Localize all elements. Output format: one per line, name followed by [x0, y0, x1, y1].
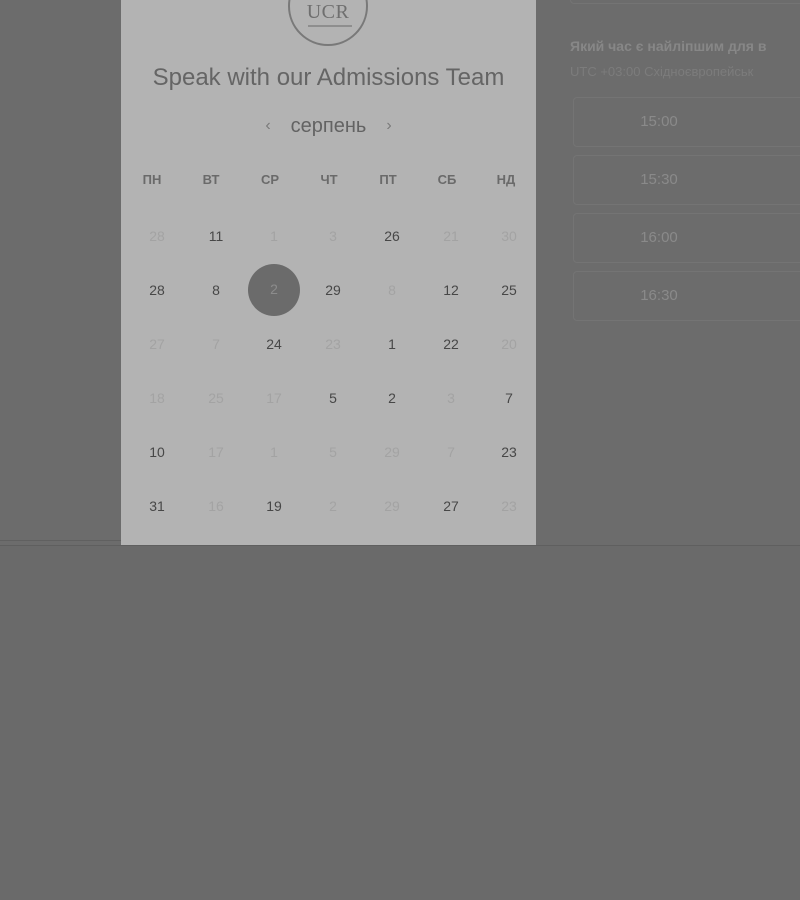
calendar-day: 29 — [384, 444, 400, 460]
calendar-day-selected[interactable]: 2 — [248, 264, 300, 316]
calendar-day[interactable]: 8 — [190, 263, 242, 317]
calendar-day: 30 — [501, 228, 517, 244]
calendar-day: 7 — [447, 444, 455, 460]
calendar-day[interactable]: 22 — [425, 317, 477, 371]
chevron-right-icon[interactable]: › — [376, 112, 401, 140]
calendar-day: 21 — [443, 228, 459, 244]
weekday-sun: НД — [496, 172, 516, 187]
calendar-day[interactable]: 2 — [366, 371, 418, 425]
calendar-week-row: 10 17 1 5 29 7 23 — [121, 425, 536, 479]
calendar-day: 16 — [208, 498, 224, 514]
calendar-day: 23 — [325, 336, 341, 352]
calendar-week-row: 28 11 1 3 26 21 30 — [121, 209, 536, 263]
weekday-thu: ЧТ — [320, 172, 338, 187]
calendar-day[interactable]: 19 — [248, 479, 300, 533]
calendar-day: 5 — [329, 444, 337, 460]
weekday-wed: СР — [260, 172, 280, 187]
timezone-label: UTC +03:00 Східноєвропейськ — [570, 64, 754, 79]
month-label: серпень — [290, 114, 367, 137]
calendar-week-row: 28 8 2 29 8 12 25 — [121, 263, 536, 317]
time-slot-button[interactable]: 16:00 — [573, 213, 800, 263]
logo-subline — [308, 25, 352, 27]
calendar-day[interactable]: 10 — [131, 425, 183, 479]
calendar-day: 17 — [266, 390, 282, 406]
calendar-day: 29 — [384, 498, 400, 514]
calendar-panel: UCR Speak with our Admissions Team ‹ сер… — [121, 0, 536, 545]
calendar-day: 1 — [270, 444, 278, 460]
time-question: Який час є найліпшим для в — [570, 38, 767, 54]
calendar-day[interactable]: 24 — [248, 317, 300, 371]
weekday-tue: ВТ — [202, 172, 220, 187]
calendar-day: 17 — [208, 444, 224, 460]
top-form-field[interactable] — [570, 0, 800, 4]
divider — [0, 540, 121, 541]
weekday-header: ПН ВТ СР ЧТ ПТ СБ НД — [121, 152, 536, 208]
calendar-day[interactable]: 12 — [425, 263, 477, 317]
calendar-day[interactable]: 29 — [307, 263, 359, 317]
calendar-day: 27 — [149, 336, 165, 352]
calendar-day[interactable]: 23 — [483, 425, 535, 479]
chevron-left-icon[interactable]: ‹ — [255, 112, 280, 140]
calendar-day[interactable]: 28 — [131, 263, 183, 317]
calendar-day[interactable]: 1 — [366, 317, 418, 371]
page-title: Speak with our Admissions Team — [152, 64, 505, 91]
calendar-day[interactable]: 26 — [366, 209, 418, 263]
ucr-logo: UCR — [288, 0, 368, 46]
time-slot-button[interactable]: 16:30 — [573, 271, 800, 321]
calendar-day: 25 — [208, 390, 224, 406]
calendar-day[interactable]: 5 — [307, 371, 359, 425]
calendar-day: 2 — [329, 498, 337, 514]
calendar-day: 3 — [329, 228, 337, 244]
calendar-day: 23 — [501, 498, 517, 514]
time-slot-button[interactable]: 15:30 — [573, 155, 800, 205]
weekday-fri: ПТ — [379, 172, 397, 187]
calendar-day: 3 — [447, 390, 455, 406]
calendar-day[interactable]: 25 — [483, 263, 535, 317]
calendar-week-row: 31 16 19 2 29 27 23 — [121, 479, 536, 533]
calendar-day: 28 — [149, 228, 165, 244]
calendar-day[interactable]: 27 — [425, 479, 477, 533]
calendar-week-row: 27 7 24 23 1 22 20 — [121, 317, 536, 371]
calendar-day: 20 — [501, 336, 517, 352]
time-slot-button[interactable]: 15:00 — [573, 97, 800, 147]
logo-text: UCR — [306, 1, 350, 23]
calendar-day[interactable]: 31 — [131, 479, 183, 533]
calendar-week-row: 18 25 17 5 2 3 7 — [121, 371, 536, 425]
calendar-day: 7 — [212, 336, 220, 352]
calendar-day: 8 — [388, 282, 396, 298]
weekday-mon: ПН — [142, 172, 162, 187]
calendar-day: 18 — [149, 390, 165, 406]
calendar-day[interactable]: 11 — [190, 209, 242, 263]
weekday-sat: СБ — [437, 172, 457, 187]
calendar-day: 1 — [270, 228, 278, 244]
page-footer-area — [0, 546, 800, 900]
calendar-day[interactable]: 7 — [483, 371, 535, 425]
month-navigation: ‹ серпень › — [121, 112, 536, 140]
